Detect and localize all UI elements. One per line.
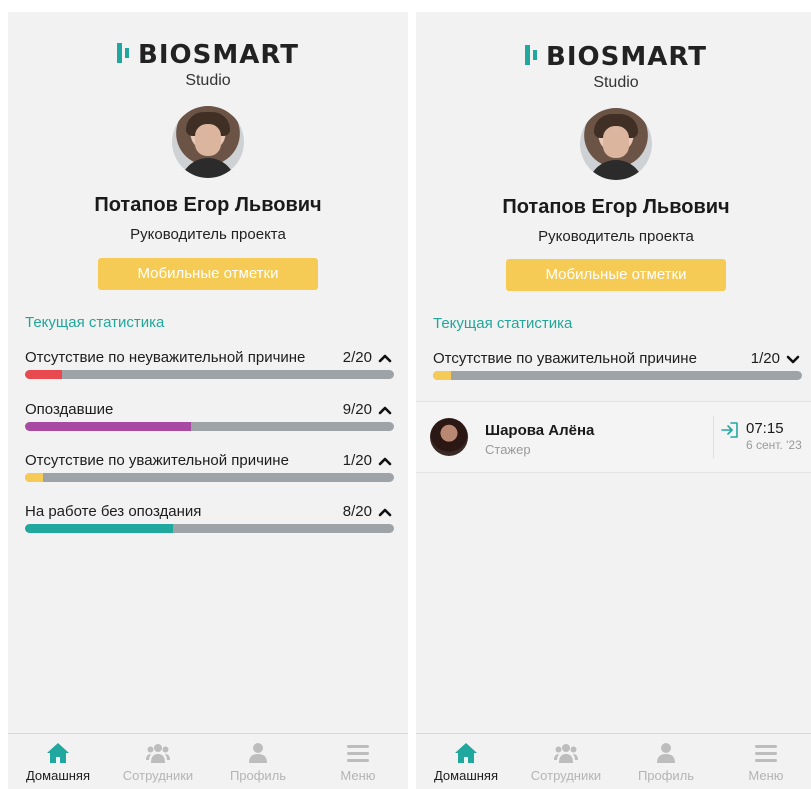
section-title: Текущая статистика: [25, 314, 165, 331]
home-screen-expanded: BIOSMART Studio Потапов Егор Львович Рук…: [8, 12, 408, 789]
stat-count: 1/20: [342, 452, 372, 469]
logo-mark-icon: [117, 38, 132, 68]
employees-icon: [554, 744, 578, 763]
bottom-tab-bar: Домашняя Сотрудники Профиль Меню: [8, 733, 408, 789]
logo-text: BIOSMART: [546, 42, 707, 72]
biosmart-logo: BIOSMART: [8, 40, 408, 71]
stat-count: 2/20: [342, 349, 372, 366]
home-screen-detail: BIOSMART Studio Потапов Егор Львович Рук…: [416, 12, 811, 789]
chevron-up-icon[interactable]: [378, 352, 392, 364]
mobile-marks-button[interactable]: Мобильные отметки: [506, 259, 726, 291]
sign-in-icon: [721, 422, 738, 438]
tab-profile[interactable]: Профиль: [208, 734, 308, 789]
menu-icon: [347, 745, 369, 762]
tab-label: Сотрудники: [122, 768, 194, 783]
stat-progress-bar: [25, 370, 394, 379]
employee-role: Стажер: [485, 442, 531, 457]
logo-subtitle: Studio: [593, 74, 639, 91]
stat-progress-bar: [25, 473, 394, 482]
stat-progress-bar: [433, 371, 802, 380]
check-in-time: 07:15: [746, 420, 784, 437]
tab-label: Домашняя: [433, 768, 499, 783]
chevron-up-icon[interactable]: [378, 506, 392, 518]
tab-label: Меню: [340, 768, 376, 783]
tab-label: Профиль: [229, 768, 287, 783]
tab-home[interactable]: Домашняя: [416, 734, 516, 789]
employees-icon: [146, 744, 170, 763]
stat-progress-fill: [25, 422, 192, 431]
employee-avatar: [430, 418, 468, 456]
stat-row[interactable]: Отсутствие по уважительной причине 1/20: [433, 350, 802, 380]
stat-row[interactable]: Отсутствие по неуважительной причине 2/2…: [25, 349, 394, 379]
tab-label: Меню: [748, 768, 784, 783]
home-icon: [455, 743, 477, 763]
bottom-tab-bar: Домашняя Сотрудники Профиль Меню: [416, 733, 811, 789]
profile-icon: [249, 743, 267, 763]
chevron-up-icon[interactable]: [378, 404, 392, 416]
stat-label: На работе без опоздания: [25, 503, 202, 520]
stat-label: Отсутствие по уважительной причине: [433, 350, 697, 367]
tab-menu[interactable]: Меню: [716, 734, 811, 789]
tab-label: Профиль: [637, 768, 695, 783]
stat-label: Отсутствие по уважительной причине: [25, 452, 289, 469]
avatar[interactable]: [580, 108, 652, 180]
stat-label: Отсутствие по неуважительной причине: [25, 349, 306, 366]
tab-home[interactable]: Домашняя: [8, 734, 108, 789]
employee-list-item[interactable]: Шарова Алёна Стажер 07:15 6 сент. '23: [416, 401, 811, 473]
stat-count: 8/20: [342, 503, 372, 520]
tab-label: Сотрудники: [530, 768, 602, 783]
logo-subtitle: Studio: [185, 72, 231, 89]
section-title: Текущая статистика: [433, 315, 573, 332]
chevron-up-icon[interactable]: [378, 455, 392, 467]
logo-text: BIOSMART: [138, 40, 299, 70]
user-name: Потапов Егор Львович: [94, 194, 322, 216]
stat-label: Опоздавшие: [25, 401, 114, 418]
logo-mark-icon: [525, 40, 540, 70]
tab-employees[interactable]: Сотрудники: [108, 734, 208, 789]
stat-count: 9/20: [342, 401, 372, 418]
home-icon: [47, 743, 69, 763]
tab-menu[interactable]: Меню: [308, 734, 408, 789]
stat-progress-bar: [25, 422, 394, 431]
check-in-date: 6 сент. '23: [746, 438, 802, 452]
stat-progress-fill: [25, 370, 62, 379]
stat-count: 1/20: [750, 350, 780, 367]
stat-row[interactable]: Отсутствие по уважительной причине 1/20: [25, 452, 394, 482]
avatar[interactable]: [172, 106, 244, 178]
user-role: Руководитель проекта: [538, 228, 694, 245]
stat-progress-fill: [25, 473, 44, 482]
tab-label: Домашняя: [25, 768, 91, 783]
chevron-down-icon[interactable]: [786, 353, 800, 365]
tab-employees[interactable]: Сотрудники: [516, 734, 616, 789]
tab-profile[interactable]: Профиль: [616, 734, 716, 789]
divider: [713, 416, 714, 458]
stat-progress-fill: [433, 371, 452, 380]
mobile-marks-button[interactable]: Мобильные отметки: [98, 258, 318, 290]
biosmart-logo: BIOSMART: [416, 42, 811, 73]
stat-progress-bar: [25, 524, 394, 533]
user-role: Руководитель проекта: [130, 226, 286, 243]
menu-icon: [755, 745, 777, 762]
stat-row[interactable]: На работе без опоздания 8/20: [25, 503, 394, 533]
stat-row[interactable]: Опоздавшие 9/20: [25, 401, 394, 431]
employee-name: Шарова Алёна: [485, 422, 595, 439]
profile-icon: [657, 743, 675, 763]
stat-progress-fill: [25, 524, 173, 533]
user-name: Потапов Егор Львович: [502, 196, 730, 218]
